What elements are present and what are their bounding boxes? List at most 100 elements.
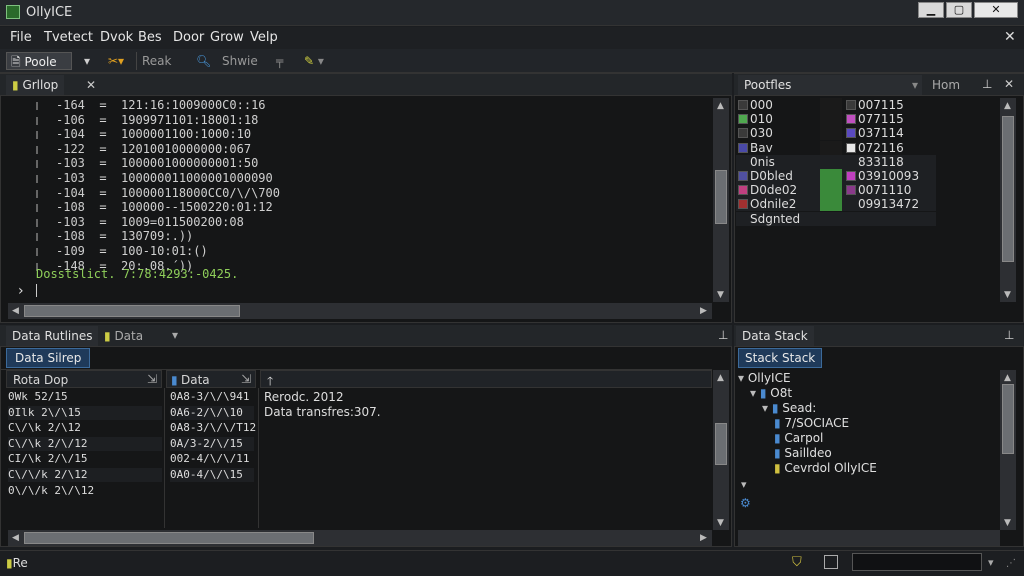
- table-cell[interactable]: 0A8-3/\/\941: [170, 390, 254, 404]
- scroll-thumb[interactable]: [1002, 384, 1014, 454]
- settings-icon[interactable]: ⚙: [740, 496, 751, 510]
- scroll-thumb[interactable]: [715, 423, 727, 465]
- close-icon[interactable]: ✕: [1004, 77, 1014, 91]
- cut-icon[interactable]: ✂▾: [104, 52, 134, 70]
- column-header-detail[interactable]: 🡑: [260, 370, 712, 388]
- tab-hom[interactable]: Hom: [926, 75, 966, 95]
- table-cell[interactable]: C\/\/k 2/\12: [8, 468, 162, 482]
- register-row[interactable]: Odnile2 09913472: [736, 197, 936, 212]
- dropdown-icon[interactable]: ▾: [988, 556, 994, 569]
- tree-item[interactable]: ▾ OllyICE: [738, 371, 791, 385]
- scroll-up-icon[interactable]: ▲: [1004, 101, 1011, 111]
- scroll-right-icon[interactable]: ▶: [700, 306, 707, 316]
- table-cell[interactable]: 0Ιlk 2\/\15: [8, 405, 162, 420]
- paste-button[interactable]: 🗎 Poole: [6, 52, 72, 70]
- register-row[interactable]: D0bled 03910093: [736, 169, 936, 183]
- dropdown-icon[interactable]: ▾: [80, 52, 102, 70]
- tab-close-icon[interactable]: ✕: [86, 78, 96, 92]
- tab-pootfles[interactable]: Pootfles ▾: [738, 75, 922, 95]
- menu-bes[interactable]: Bes: [138, 30, 162, 45]
- pin-icon[interactable]: ⊥: [718, 328, 728, 342]
- register-row[interactable]: Bav 072116: [736, 140, 936, 155]
- scroll-down-icon[interactable]: ▼: [717, 518, 724, 528]
- menu-grow[interactable]: Grow: [210, 30, 244, 45]
- scroll-left-icon[interactable]: ◀: [12, 306, 19, 316]
- scroll-thumb[interactable]: [1002, 116, 1014, 262]
- tree-item[interactable]: ▾ ▮ Sead:: [762, 401, 816, 415]
- tab-grllop[interactable]: ▮ Grllop: [6, 75, 65, 95]
- stack-horizontal-scrollbar[interactable]: [738, 530, 1000, 546]
- scroll-up-icon[interactable]: ▲: [717, 101, 724, 111]
- code-line[interactable]: -103 = 100000011000001000090: [56, 171, 706, 186]
- tree-item[interactable]: ▮ 7/SOCIACE: [774, 416, 849, 430]
- code-line[interactable]: -103 = 1000001000000001:50: [56, 156, 706, 171]
- pin-icon[interactable]: ⊥: [982, 77, 992, 91]
- tab-data-routines[interactable]: Data Rutlines: [6, 326, 99, 346]
- scroll-up-icon[interactable]: ▲: [1004, 373, 1011, 383]
- code-line[interactable]: -108 = 130709:.)): [56, 229, 706, 244]
- table-cell[interactable]: 0\/\/k 2\/\12: [8, 484, 162, 498]
- maximize-button[interactable]: ▢: [946, 2, 972, 18]
- lock-icon[interactable]: ⛉: [792, 555, 802, 570]
- scroll-down-icon[interactable]: ▼: [1004, 290, 1011, 300]
- scroll-thumb[interactable]: [715, 170, 727, 224]
- tab-data-silrep[interactable]: Data Silrep: [6, 348, 90, 368]
- resize-grip-icon[interactable]: ⋰: [1006, 558, 1016, 569]
- scroll-left-icon[interactable]: ◀: [12, 533, 19, 543]
- scroll-down-icon[interactable]: ▼: [717, 290, 724, 300]
- menu-door[interactable]: Door: [173, 30, 204, 45]
- code-line[interactable]: -106 = 1909971101:18001:18: [56, 113, 706, 128]
- window-icon[interactable]: [824, 555, 838, 569]
- table-cell[interactable]: [170, 484, 254, 498]
- code-line[interactable]: -104 = 100000118000CC0/\/\700: [56, 186, 706, 201]
- tree-item[interactable]: ▮ Sailldeo: [774, 446, 832, 460]
- tab-data[interactable]: ▮ Data: [98, 326, 149, 346]
- table-cell[interactable]: 0A6-2/\/\10: [170, 405, 254, 420]
- code-line[interactable]: -103 = 1009=011500200:08: [56, 215, 706, 230]
- table-cell[interactable]: CΙ/\k 2/\/15: [8, 452, 162, 466]
- table-cell[interactable]: C\/\k 2/\12: [8, 421, 162, 435]
- register-row[interactable]: 030 037114: [736, 126, 936, 141]
- scroll-thumb-horizontal[interactable]: [24, 532, 314, 544]
- table-cell[interactable]: 002-4/\/\/11: [170, 452, 254, 466]
- edit-icon[interactable]: ✎ ▾: [300, 52, 340, 70]
- reak-button[interactable]: Reak ▾: [138, 52, 184, 86]
- code-line[interactable]: -164 = 121:16:1009000C0::16: [56, 98, 706, 113]
- table-cell[interactable]: 0Wk 52/15: [8, 390, 162, 404]
- menu-help[interactable]: Velp: [250, 30, 278, 45]
- menu-close-icon[interactable]: ✕: [1004, 29, 1016, 45]
- table-cell[interactable]: 0A0-4/\/\15: [170, 468, 254, 482]
- search-icon[interactable]: 🔍︎: [192, 52, 214, 70]
- menu-file[interactable]: File: [10, 30, 32, 45]
- table-cell[interactable]: C\/\k 2/\/12: [8, 436, 162, 451]
- scroll-up-icon[interactable]: ▲: [717, 373, 724, 383]
- tree-item[interactable]: ▮ Cevrdol OllyICE: [774, 461, 877, 475]
- tab-data-stack[interactable]: Data Stack: [736, 326, 814, 346]
- code-line[interactable]: -122 = 12010010000000:067: [56, 142, 706, 157]
- show-button[interactable]: Shwie ▾: [218, 52, 270, 86]
- tab-stack-stack[interactable]: Stack Stack: [738, 348, 822, 368]
- tree-item[interactable]: ▾ ▮ O8t: [750, 386, 792, 400]
- close-button[interactable]: ✕: [974, 2, 1018, 18]
- menu-dvok[interactable]: Dvok: [100, 30, 133, 45]
- scroll-down-icon[interactable]: ▼: [1004, 518, 1011, 528]
- pin-icon[interactable]: ⊥: [1004, 328, 1014, 342]
- register-row[interactable]: D0de02 0071110: [736, 183, 936, 198]
- scroll-thumb-horizontal[interactable]: [24, 305, 240, 317]
- code-line[interactable]: -108 = 100000--1500220:01:12: [56, 200, 706, 215]
- code-line[interactable]: -104 = 1000001100:1000:10: [56, 127, 706, 142]
- table-cell[interactable]: 0A/3-2/\/15: [170, 436, 254, 451]
- scroll-right-icon[interactable]: ▶: [700, 533, 707, 543]
- register-row[interactable]: Sdgnted: [736, 211, 936, 226]
- status-input[interactable]: [852, 553, 982, 571]
- table-cell[interactable]: 0A8-3/\/\/Τ12: [170, 421, 256, 435]
- code-line[interactable]: -109 = 100-10:01:(): [56, 244, 706, 259]
- column-header-data[interactable]: ▮ Data ⇲: [166, 370, 256, 388]
- register-row[interactable]: 000 007115: [736, 98, 936, 112]
- expand-icon[interactable]: ▾: [741, 478, 747, 491]
- minimize-button[interactable]: ▁: [918, 2, 944, 18]
- register-row[interactable]: 010 077115: [736, 112, 936, 127]
- dropdown-icon[interactable]: ▾: [172, 328, 178, 342]
- pin-icon[interactable]: ╤: [272, 52, 294, 70]
- column-header-rota[interactable]: Rota Dop ⇲: [6, 370, 162, 388]
